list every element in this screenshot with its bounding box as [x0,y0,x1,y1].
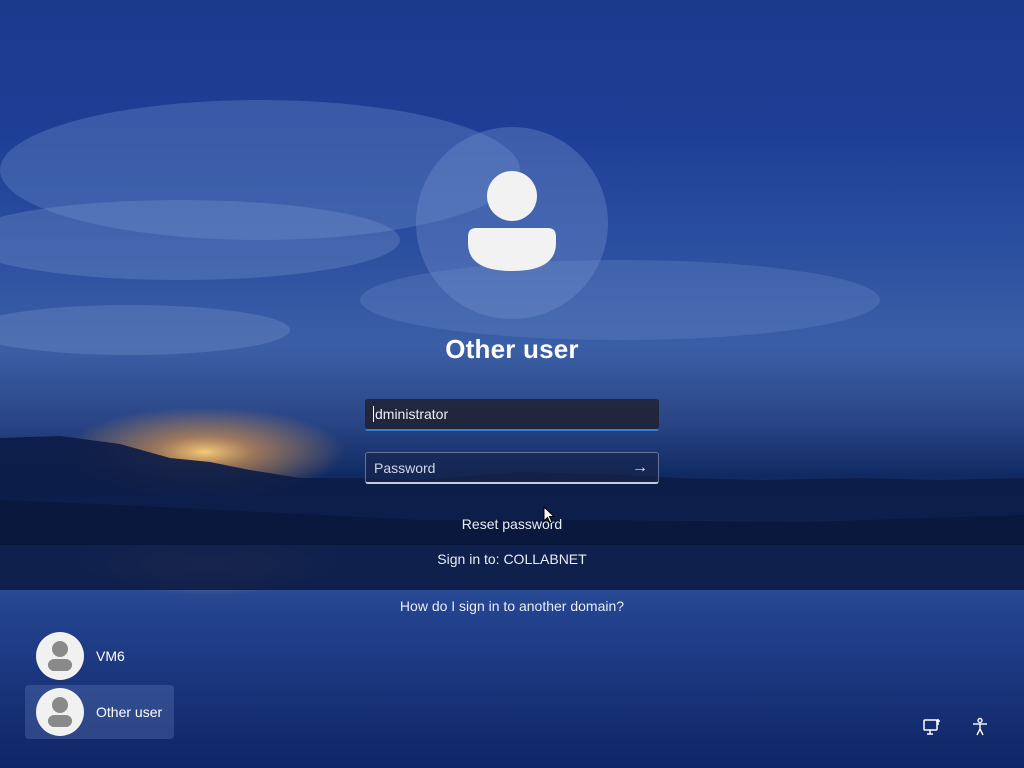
user-tile-other-user[interactable]: Other user [25,685,174,739]
username-value: dministrator [375,406,449,422]
sign-in-domain-text: Sign in to: COLLABNET [437,551,587,567]
user-display-name: Other user [445,334,579,364]
password-placeholder: Password [374,459,436,476]
other-domain-help-link[interactable]: How do I sign in to another domain? [0,598,1024,614]
user-tile-label: Other user [96,704,163,720]
user-tile-vm6[interactable]: VM6 [25,629,174,683]
submit-arrow-icon[interactable]: → [632,459,648,477]
user-avatar-large [416,127,608,319]
reset-password-link[interactable]: Reset password [0,516,1024,532]
user-tile-label: VM6 [96,648,125,664]
text-caret [373,406,374,422]
user-avatar-icon [36,632,84,680]
password-field[interactable]: Password → [365,452,659,484]
accessibility-icon[interactable] [969,716,991,738]
user-avatar-icon [36,688,84,736]
username-field[interactable]: dministrator [365,399,659,431]
network-icon[interactable] [921,716,943,738]
user-silhouette-icon [468,171,556,271]
mouse-pointer-icon [543,505,556,529]
